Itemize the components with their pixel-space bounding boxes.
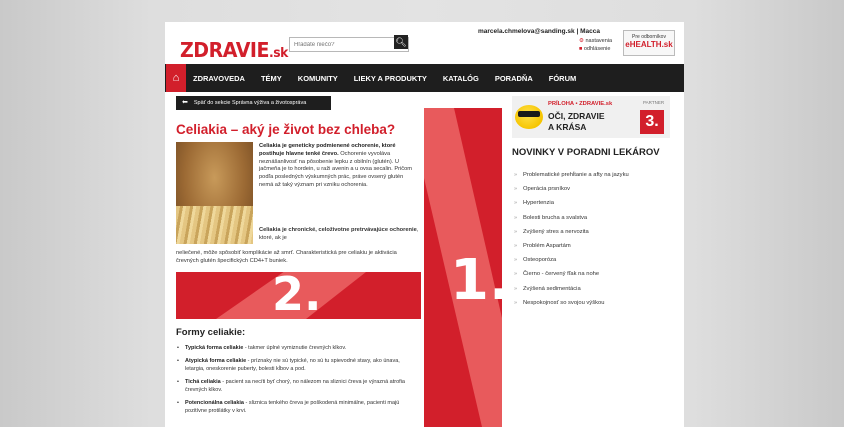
sidebar-news-item[interactable]: Zvýšená sedimentácia [514,286,674,300]
home-icon: ⌂ [172,72,180,84]
wheat-image-detail [176,206,253,244]
settings-label: nastavenia [585,38,613,44]
form-name: Potencionálna celiakia [185,399,244,406]
logout-label: odhlásenie [583,46,611,52]
site-logo[interactable]: ZDRAVIE.sk [180,38,288,62]
search-icon: 🔍︎ [395,37,407,47]
form-name: Atypická forma celiakie [185,357,247,364]
banner-2-number: 2. [272,272,322,319]
form-text: - takmer úplné vymiznutie črevných klkov… [243,345,347,351]
promo-top-label: PRÍLOHA • ZDRAVIE.sk [548,101,613,107]
nav-item-poradna[interactable]: PORADŇA [487,74,541,83]
form-name: Typická forma celiakie [185,345,244,351]
sidebar-news-item[interactable]: Bolesti brucha a svalstva [514,215,674,229]
logo-tld: .sk [269,46,288,61]
sidebar-news-item[interactable]: Hypertenzia [514,200,674,214]
sidebar-news-item[interactable]: Čierno - červený fľak na nohe [514,271,674,285]
sidebar-news-item[interactable]: Problém Aspartám [514,243,674,257]
nav-item-lieky-a-produkty[interactable]: LIEKY A PRODUKTY [346,74,435,83]
sidebar-news-item[interactable]: Nespokojnosť so svojou výškou [514,300,674,314]
nav-item-zdravoveda[interactable]: ZDRAVOVEDA [186,74,253,83]
gear-icon: ⚙ [579,38,584,44]
bread-image [176,142,253,244]
nav-item-katalog[interactable]: KATALÓG [435,74,487,83]
forms-heading: Formy celiakie: [176,327,246,338]
nav-item-komunity[interactable]: KOMUNITY [290,74,346,83]
highlight-banner-2: 2. [176,272,421,319]
search-input[interactable] [289,37,409,52]
home-button[interactable]: ⌂ [166,64,186,92]
article-intro-2: Celiakia je chronické, celoživotne pretr… [259,227,419,243]
logo-main: ZDRAVIE [180,38,270,62]
user-email[interactable]: marcela.chmelova@sanding.sk | Macca [478,28,600,35]
ehealth-partner-link[interactable]: Pre odborníkov eHEALTH.sk [623,30,675,56]
promo-banner[interactable]: PRÍLOHA • ZDRAVIE.sk OČI, ZDRAVIE A KRÁS… [512,96,670,138]
sunglasses-icon [518,111,540,117]
promo-number-badge: 3. [640,110,664,134]
intro2-bold: Celiakia je chronické, celoživotne pretr… [259,227,417,233]
list-item: Tichá celiakia - pacient sa necíti byť c… [176,378,420,395]
sidebar-news-item[interactable]: Osteoporóza [514,257,674,271]
nav-item-forum[interactable]: FÓRUM [541,74,585,83]
sidebar-title: NOVINKY V PORADNI LEKÁROV [512,147,660,158]
lock-icon: ■ [579,46,583,52]
back-label: Späť do sekcie Správna výživa a životosp… [193,100,307,106]
arrow-left-icon: ⬅ [182,99,188,106]
form-name: Tichá celiakia [185,378,221,385]
promo-line-2: A KRÁSA [548,122,587,132]
highlight-banner-1: 1. [424,108,502,427]
article-intro-3: neliečené, môže spôsobiť komplikácie až … [176,250,397,264]
sidebar-news-item[interactable]: Operácia prsníkov [514,186,674,200]
article-title: Celiakia – aký je život bez chleba? [176,122,396,137]
list-item: Atypická forma celiakie - príznaky nie s… [176,357,420,374]
ehealth-name: eHEALTH.sk [625,40,673,49]
article-intro: Celiakia je geneticky podmienené ochoren… [259,143,419,190]
settings-link[interactable]: ⚙ nastavenia [579,38,612,44]
sidebar-news-list: Problematické prehĺtanie a afty na jazyk… [514,172,674,314]
promo-partner-label: PARTNER [643,100,665,105]
logout-link[interactable]: ■ odhlásenie [579,46,610,52]
promo-line-1: OČI, ZDRAVIE [548,111,605,121]
sidebar-news-item[interactable]: Zvýšený stres a nervozita [514,229,674,243]
main-nav: ⌂ ZDRAVOVEDA TÉMY KOMUNITY LIEKY A PRODU… [165,64,684,92]
list-item: Typická forma celiakie - takmer úplné vy… [176,344,420,353]
smiley-icon [515,105,543,129]
list-item: Potencionálna celiakia - sliznica tenkéh… [176,399,420,416]
back-to-section-button[interactable]: ⬅ Späť do sekcie Správna výživa a životos… [176,96,331,110]
sidebar-news-item[interactable]: Problematické prehĺtanie a afty na jazyk… [514,172,674,186]
search-button[interactable]: 🔍︎ [394,35,408,49]
banner-1-number: 1. [450,248,502,313]
forms-list: Typická forma celiakie - takmer úplné vy… [176,344,420,420]
page: ZDRAVIE.sk 🔍︎ marcela.chmelova@sanding.s… [165,22,684,427]
nav-item-temy[interactable]: TÉMY [253,74,290,83]
